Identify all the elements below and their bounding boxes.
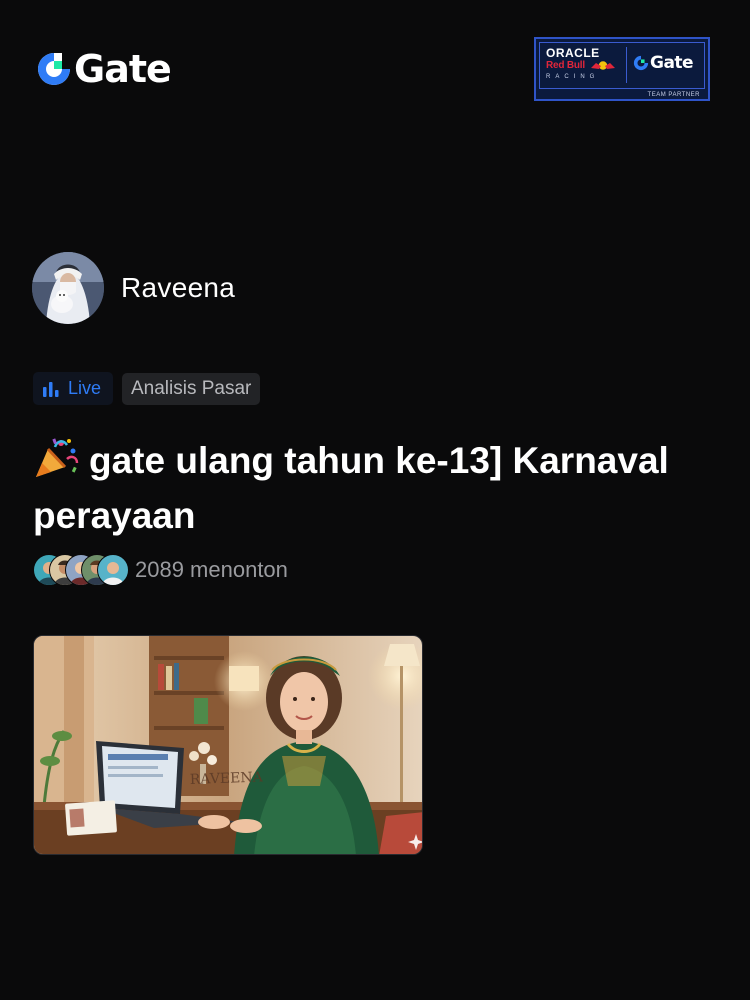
live-bars-icon — [43, 381, 59, 397]
partner-divider — [626, 47, 627, 83]
stream-title[interactable]: gate ulang tahun ke-13] Karnaval perayaa… — [33, 433, 723, 543]
streamer-avatar[interactable] — [32, 252, 104, 324]
partner-caption: TEAM PARTNER — [647, 92, 700, 98]
red-bull-icon — [591, 61, 615, 70]
stream-title-text: gate ulang tahun ke-13] Karnaval perayaa… — [33, 440, 669, 536]
party-popper-icon — [36, 438, 79, 477]
thumbnail-watermark: RAVEENA — [190, 769, 264, 788]
stream-thumbnail-image: RAVEENA — [34, 636, 422, 854]
category-tag[interactable]: Analisis Pasar — [122, 373, 261, 405]
partner-gate-text: Gate — [650, 53, 694, 73]
gate-logo-small-icon — [633, 55, 649, 71]
gate-logo-text: Gate — [74, 47, 172, 91]
gate-logo-icon — [38, 53, 70, 85]
partner-line-oracle: ORACLE — [546, 46, 600, 60]
viewer-avatars — [33, 554, 129, 586]
viewer-info: 2089 menonton — [33, 554, 288, 586]
partner-line-racing: RACING — [546, 74, 600, 80]
page: Gate ORACLE Red Bull RACING Gate TEAM PA… — [0, 0, 750, 1000]
partner-line-redbull: Red Bull — [546, 60, 585, 71]
gate-logo[interactable]: Gate — [36, 47, 172, 91]
streamer-avatar-image — [32, 252, 104, 324]
partner-gate-logo: Gate — [633, 53, 694, 73]
viewer-avatar — [97, 554, 129, 586]
viewer-count: 2089 menonton — [135, 557, 288, 582]
live-tag: Live — [33, 372, 113, 405]
live-label: Live — [68, 378, 102, 398]
stream-thumbnail[interactable]: RAVEENA — [33, 635, 423, 855]
streamer-name[interactable]: Raveena — [121, 272, 235, 304]
partner-badge: ORACLE Red Bull RACING Gate TEAM PARTNER — [534, 37, 710, 101]
